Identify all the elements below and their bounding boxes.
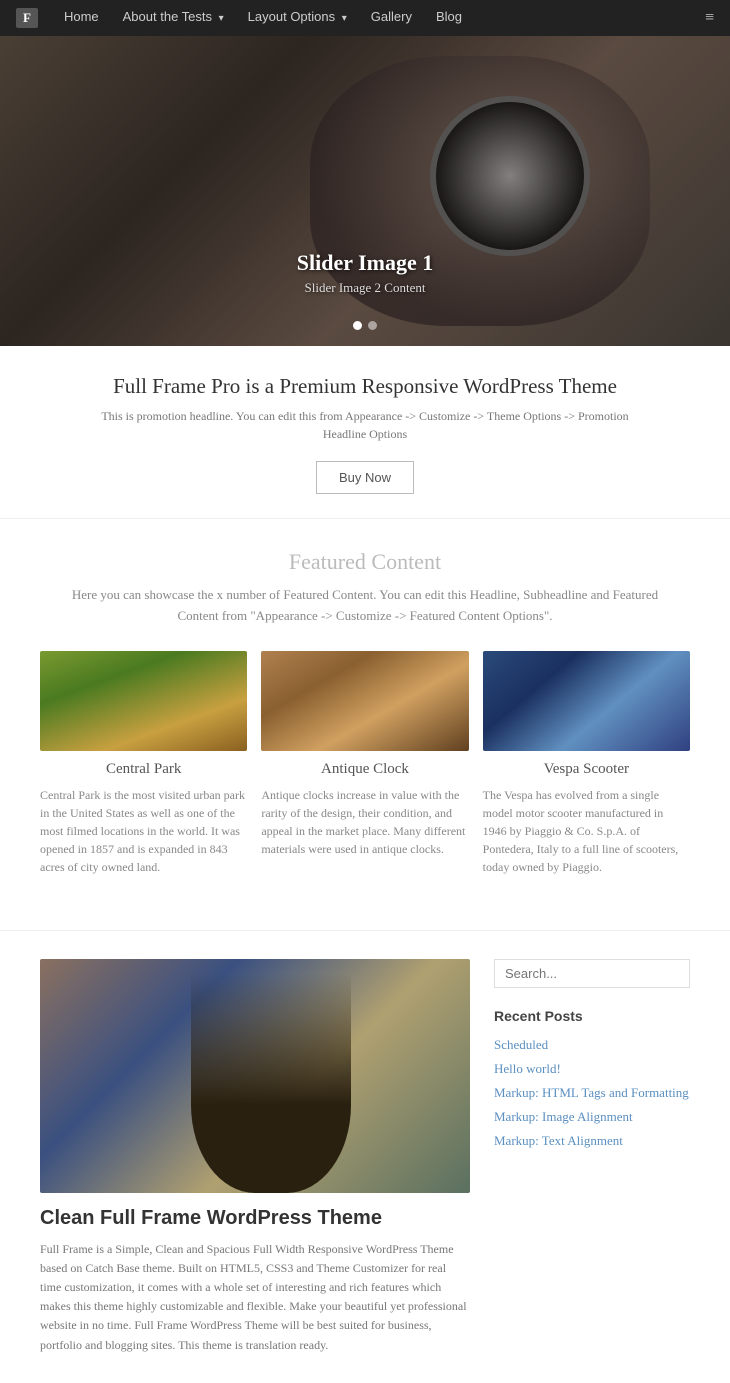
hero-text-block: Slider Image 1 Slider Image 2 Content bbox=[297, 250, 433, 296]
search-input[interactable] bbox=[494, 959, 690, 988]
featured-title: Featured Content bbox=[40, 549, 690, 575]
recent-posts-title: Recent Posts bbox=[494, 1008, 690, 1024]
recent-posts-list: Scheduled Hello world! Markup: HTML Tags… bbox=[494, 1036, 690, 1151]
promo-description: This is promotion headline. You can edit… bbox=[80, 407, 650, 443]
main-nav: F Home About the Tests ▾ Layout Options … bbox=[0, 0, 730, 36]
lower-post-description: Full Frame is a Simple, Clean and Spacio… bbox=[40, 1240, 470, 1355]
featured-cards-container: Central Park Central Park is the most vi… bbox=[40, 651, 690, 900]
featured-card-img-0 bbox=[40, 651, 247, 751]
featured-card-title-2: Vespa Scooter bbox=[483, 761, 690, 778]
slider-dots bbox=[353, 321, 377, 330]
dropdown-arrow-layout: ▾ bbox=[342, 13, 347, 24]
list-item: Markup: Image Alignment bbox=[494, 1108, 690, 1126]
slider-dot-1[interactable] bbox=[353, 321, 362, 330]
featured-card-2: Vespa Scooter The Vespa has evolved from… bbox=[483, 651, 690, 900]
promo-title: Full Frame Pro is a Premium Responsive W… bbox=[80, 374, 650, 399]
featured-card-0: Central Park Central Park is the most vi… bbox=[40, 651, 247, 900]
nav-blog[interactable]: Blog bbox=[424, 0, 474, 35]
featured-description: Here you can showcase the x number of Fe… bbox=[65, 585, 665, 627]
promo-section: Full Frame Pro is a Premium Responsive W… bbox=[0, 346, 730, 519]
recent-post-link-0[interactable]: Scheduled bbox=[494, 1037, 548, 1052]
buy-now-button[interactable]: Buy Now bbox=[316, 461, 414, 494]
hero-slider: Slider Image 1 Slider Image 2 Content re… bbox=[0, 36, 730, 346]
lower-main-img-figure bbox=[191, 973, 351, 1193]
lower-main-content: Clean Full Frame WordPress Theme Full Fr… bbox=[40, 959, 470, 1355]
recent-post-link-2[interactable]: Markup: HTML Tags and Formatting bbox=[494, 1085, 689, 1100]
list-item: Markup: HTML Tags and Formatting bbox=[494, 1084, 690, 1102]
recent-post-link-4[interactable]: Markup: Text Alignment bbox=[494, 1133, 623, 1148]
lower-section: Clean Full Frame WordPress Theme Full Fr… bbox=[0, 930, 730, 1383]
hamburger-icon[interactable]: ≡ bbox=[705, 9, 714, 27]
site-logo: F bbox=[16, 8, 38, 28]
hero-lens-decoration bbox=[430, 96, 590, 256]
nav-layout[interactable]: Layout Options ▾ bbox=[236, 0, 359, 37]
featured-card-title-1: Antique Clock bbox=[261, 761, 468, 778]
featured-card-title-0: Central Park bbox=[40, 761, 247, 778]
featured-card-desc-1: Antique clocks increase in value with th… bbox=[261, 786, 468, 858]
featured-card-img-2 bbox=[483, 651, 690, 751]
recent-posts-section: Recent Posts Scheduled Hello world! Mark… bbox=[494, 1008, 690, 1151]
featured-card-1: Antique Clock Antique clocks increase in… bbox=[261, 651, 468, 900]
nav-home[interactable]: Home bbox=[52, 0, 111, 35]
list-item: Markup: Text Alignment bbox=[494, 1132, 690, 1150]
recent-post-link-3[interactable]: Markup: Image Alignment bbox=[494, 1109, 633, 1124]
hero-subtitle: Slider Image 2 Content bbox=[297, 280, 433, 296]
featured-section: Featured Content Here you can showcase t… bbox=[0, 519, 730, 910]
nav-about[interactable]: About the Tests ▾ bbox=[111, 0, 236, 37]
featured-card-img-1 bbox=[261, 651, 468, 751]
dropdown-arrow-about: ▾ bbox=[219, 13, 224, 24]
list-item: Hello world! bbox=[494, 1060, 690, 1078]
slider-dot-2[interactable] bbox=[368, 321, 377, 330]
recent-post-link-1[interactable]: Hello world! bbox=[494, 1061, 561, 1076]
lower-post-title: Clean Full Frame WordPress Theme bbox=[40, 1207, 470, 1230]
featured-card-desc-0: Central Park is the most visited urban p… bbox=[40, 786, 247, 876]
list-item: Scheduled bbox=[494, 1036, 690, 1054]
featured-card-desc-2: The Vespa has evolved from a single mode… bbox=[483, 786, 690, 876]
lower-main-image bbox=[40, 959, 470, 1193]
sidebar: Recent Posts Scheduled Hello world! Mark… bbox=[494, 959, 690, 1355]
hero-title: Slider Image 1 bbox=[297, 250, 433, 276]
nav-gallery[interactable]: Gallery bbox=[359, 0, 424, 35]
